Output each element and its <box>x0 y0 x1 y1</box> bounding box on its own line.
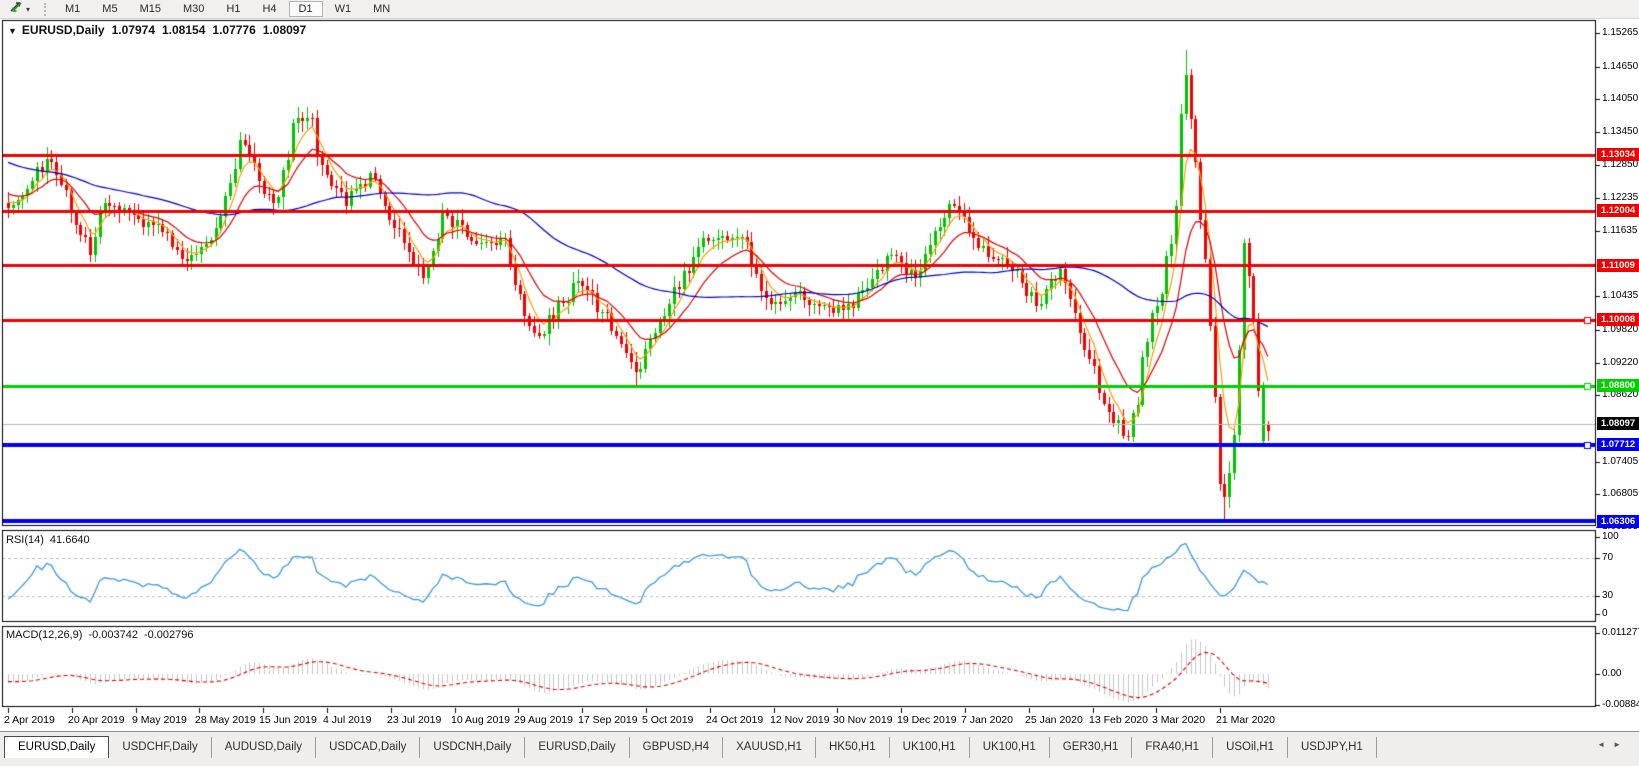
timeframe-button-m15[interactable]: M15 <box>130 1 171 17</box>
macd-label: MACD(12,26,9) -0.003742 -0.002796 <box>6 629 200 641</box>
chart-tab-13-usoil-h1[interactable]: USOil,H1 <box>1213 737 1288 758</box>
timeframe-button-m1[interactable]: M1 <box>55 1 90 17</box>
macd-indicator-value: -0.003742 <box>88 629 138 641</box>
rsi-indicator-value: 41.6640 <box>50 534 90 546</box>
tab-scroll-buttons: ◄► <box>1597 740 1629 749</box>
chart-tab-1-usdchf-daily[interactable]: USDCHF,Daily <box>109 737 211 758</box>
chart-tab-12-fra40-h1[interactable]: FRA40,H1 <box>1132 737 1213 758</box>
rsi-label: RSI(14) 41.6640 <box>6 534 96 546</box>
chart-tab-9-uk100-h1[interactable]: UK100,H1 <box>890 737 970 758</box>
timeframe-button-mn[interactable]: MN <box>363 1 400 17</box>
rsi-indicator-name: RSI(14) <box>6 534 44 546</box>
chart-title: ▼ EURUSD,Daily 1.07974 1.08154 1.07776 1.0809… <box>8 23 313 37</box>
timeframe-button-m30[interactable]: M30 <box>173 1 214 17</box>
timeframe-button-h1[interactable]: H1 <box>216 1 250 17</box>
timeframe-button-d1[interactable]: D1 <box>289 1 323 17</box>
timeframe-button-m5[interactable]: M5 <box>92 1 127 17</box>
chart-tab-7-xauusd-h1[interactable]: XAUUSD,H1 <box>723 737 816 758</box>
chart-tabs: EURUSD,DailyUSDCHF,DailyAUDUSD,DailyUSDC… <box>0 732 1639 758</box>
timeframe-button-w1[interactable]: W1 <box>325 1 362 17</box>
ohlc-high: 1.08154 <box>162 23 205 37</box>
ohlc-close: 1.08097 <box>263 23 306 37</box>
mt4-window: ▾ M1M5M15M30H1H4D1W1MN ▼ EURUSD,Daily 1.07… <box>0 0 1639 766</box>
chart-tab-10-uk100-h1[interactable]: UK100,H1 <box>970 737 1050 758</box>
chart-tab-2-audusd-daily[interactable]: AUDUSD,Daily <box>212 737 316 758</box>
chevron-down-icon: ▾ <box>26 5 30 14</box>
chart-tab-6-gbpusd-h4[interactable]: GBPUSD,H4 <box>630 737 723 758</box>
chart-tab-14-usdjpy-h1[interactable]: USDJPY,H1 <box>1288 737 1377 758</box>
timeframe-button-h4[interactable]: H4 <box>252 1 286 17</box>
diagonal-arrows-icon <box>8 0 24 19</box>
chart-tab-4-usdcnh-daily[interactable]: USDCNH,Daily <box>420 737 525 758</box>
toolbar-grip <box>44 3 46 16</box>
toolbar: ▾ M1M5M15M30H1H4D1W1MN <box>0 0 1639 19</box>
symbol-label: EURUSD,Daily <box>22 23 105 37</box>
timeframe-group: M1M5M15M30H1H4D1W1MN <box>54 1 401 17</box>
chart-tab-11-ger30-h1[interactable]: GER30,H1 <box>1050 737 1133 758</box>
collapse-triangle-icon[interactable]: ▼ <box>8 26 17 36</box>
macd-indicator-signal-value: -0.002796 <box>144 629 194 641</box>
macd-indicator-name: MACD(12,26,9) <box>6 629 82 641</box>
tab-scroll-right-icon[interactable]: ► <box>1613 740 1629 749</box>
chart-tab-0-eurusd-daily[interactable]: EURUSD,Daily <box>4 736 109 758</box>
chart-canvas[interactable] <box>0 0 1639 766</box>
ohlc-open: 1.07974 <box>112 23 155 37</box>
tab-scroll-left-icon[interactable]: ◄ <box>1597 740 1613 749</box>
chart-tool-button[interactable]: ▾ <box>4 1 34 17</box>
tab-bar: EURUSD,DailyUSDCHF,DailyAUDUSD,DailyUSDC… <box>0 731 1639 766</box>
chart-tab-5-eurusd-daily[interactable]: EURUSD,Daily <box>525 737 629 758</box>
chart-tab-3-usdcad-daily[interactable]: USDCAD,Daily <box>316 737 420 758</box>
chart-tab-8-hk50-h1[interactable]: HK50,H1 <box>816 737 890 758</box>
ohlc-low: 1.07776 <box>212 23 255 37</box>
